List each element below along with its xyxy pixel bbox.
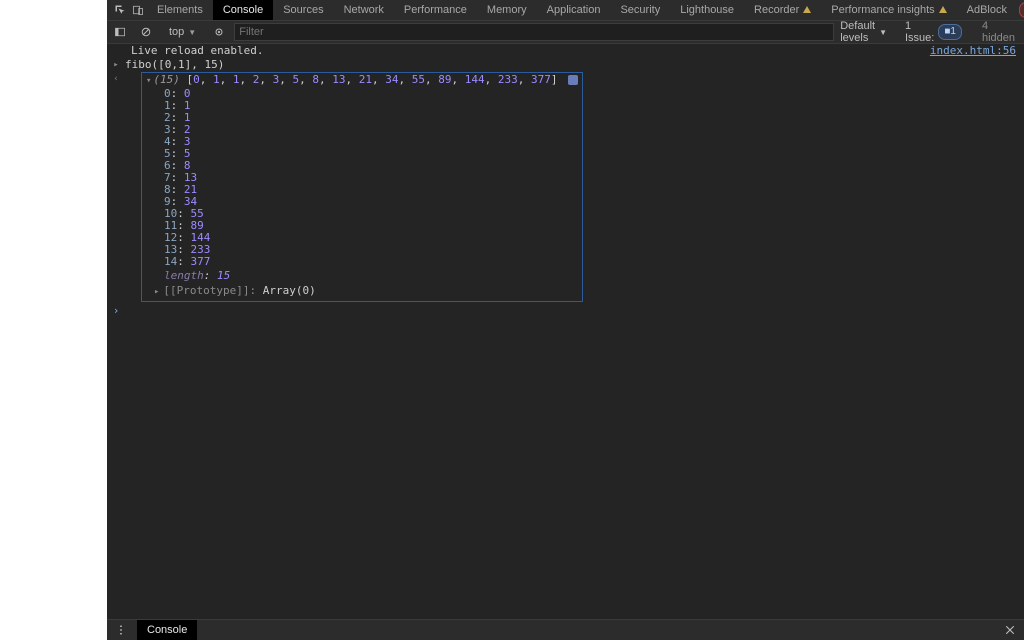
array-entries: 0: 01: 12: 13: 24: 35: 56: 87: 138: 219:… [142, 88, 582, 270]
devtools-tabbar: Elements Console Sources Network Perform… [107, 0, 1024, 21]
array-entry: 12: 144 [164, 232, 582, 244]
collapse-caret-icon[interactable]: ▾ [146, 76, 151, 86]
page-background [0, 0, 107, 640]
console-input-echo[interactable]: ▸ fibo([0,1], 15) [107, 58, 1024, 72]
tab-adblock[interactable]: AdBlock [957, 0, 1017, 20]
array-entry: 2: 1 [164, 112, 582, 124]
tab-performance-insights[interactable]: Performance insights [821, 0, 956, 20]
log-levels-selector[interactable]: Default levels▼ [834, 20, 893, 44]
array-header[interactable]: ▾(15) [0, 1, 1, 2, 3, 5, 8, 13, 21, 34, … [142, 73, 582, 88]
issues-count-value: 1 [950, 25, 956, 39]
hidden-messages-count[interactable]: 4 hidden [976, 20, 1021, 44]
issues-label: 1 Issue: [905, 20, 934, 44]
array-entry: 8: 21 [164, 184, 582, 196]
execution-context-label: top [169, 26, 184, 38]
tab-application[interactable]: Application [537, 0, 611, 20]
console-prompt[interactable]: › [107, 302, 1024, 317]
drawer-bar: Console [107, 619, 1024, 640]
drawer-tab-console[interactable]: Console [137, 620, 197, 640]
array-entry: 5: 5 [164, 148, 582, 160]
tab-performance[interactable]: Performance [394, 0, 477, 20]
result-caret-icon: ‹ [111, 72, 121, 86]
inspect-icon[interactable] [114, 3, 126, 17]
tab-network[interactable]: Network [334, 0, 394, 20]
filter-wrapper [234, 23, 834, 41]
array-entry: 9: 34 [164, 196, 582, 208]
expand-caret-icon[interactable]: ▸ [111, 58, 121, 72]
sidebar-toggle-icon[interactable] [114, 25, 126, 39]
array-entry: 3: 2 [164, 124, 582, 136]
proto-expand-caret-icon[interactable]: ▸ [154, 287, 159, 297]
drawer-close-icon[interactable] [1003, 623, 1017, 637]
tab-security[interactable]: Security [610, 0, 670, 20]
tab-elements[interactable]: Elements [147, 0, 213, 20]
proto-key: [[Prototype]] [163, 284, 249, 297]
tab-recorder[interactable]: Recorder [744, 0, 821, 20]
live-reload-text: Live reload enabled. [131, 44, 263, 58]
clear-console-icon[interactable] [140, 25, 152, 39]
console-message-live-reload: Live reload enabled. index.html:56 [107, 44, 1024, 58]
array-entry: 0: 0 [164, 88, 582, 100]
info-badge-icon[interactable] [568, 75, 578, 85]
execution-context-selector[interactable]: top▼ [163, 26, 202, 38]
error-count-badge[interactable]: ● 2 [1019, 2, 1024, 18]
console-output[interactable]: Live reload enabled. index.html:56 ▸ fib… [107, 44, 1024, 619]
array-length-entry: length: 15 [142, 270, 582, 284]
log-levels-label: Default levels [840, 20, 875, 44]
array-entry: 13: 233 [164, 244, 582, 256]
array-expansion-box[interactable]: ▾(15) [0, 1, 1, 2, 3, 5, 8, 13, 21, 34, … [141, 72, 583, 302]
issues-button[interactable]: 1 Issue: ■ 1 [901, 20, 968, 44]
length-value: 15 [217, 269, 230, 282]
console-toolbar: top▼ Default levels▼ 1 Issue: ■ 1 4 hidd… [107, 21, 1024, 44]
drawer-more-icon[interactable] [114, 623, 128, 637]
devtools-panel: Elements Console Sources Network Perform… [107, 0, 1024, 640]
array-entry: 6: 8 [164, 160, 582, 172]
console-result-row: ‹ ▾(15) [0, 1, 1, 2, 3, 5, 8, 13, 21, 34… [107, 72, 1024, 302]
array-prototype-entry[interactable]: ▸[[Prototype]]: Array(0) [142, 284, 582, 301]
prompt-chevron-icon: › [111, 304, 121, 317]
console-filter-input[interactable] [234, 23, 834, 41]
issues-count-badge: ■ 1 [938, 24, 962, 40]
array-entry: 7: 13 [164, 172, 582, 184]
array-entry: 14: 377 [164, 256, 582, 268]
array-length-label: (15) [153, 73, 180, 86]
tab-sources[interactable]: Sources [273, 0, 333, 20]
array-entry: 10: 55 [164, 208, 582, 220]
tab-memory[interactable]: Memory [477, 0, 537, 20]
array-entry: 1: 1 [164, 100, 582, 112]
live-expression-icon[interactable] [213, 25, 225, 39]
length-key: length [164, 269, 204, 282]
tab-lighthouse[interactable]: Lighthouse [670, 0, 744, 20]
input-call-text: fibo([0,1], 15) [125, 58, 224, 72]
tab-console[interactable]: Console [213, 0, 273, 20]
proto-value: Array(0) [263, 284, 316, 297]
array-entry: 4: 3 [164, 136, 582, 148]
source-link[interactable]: index.html:56 [930, 44, 1024, 58]
device-toggle-icon[interactable] [132, 3, 144, 17]
array-entry: 11: 89 [164, 220, 582, 232]
